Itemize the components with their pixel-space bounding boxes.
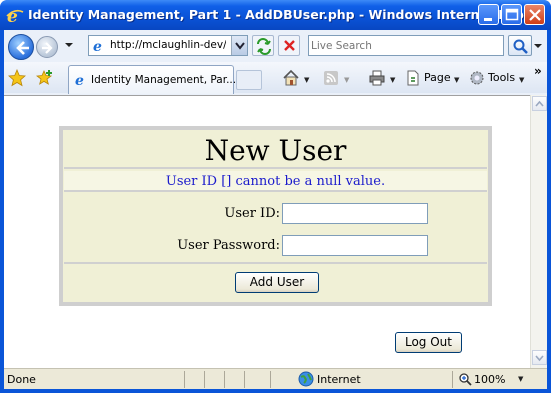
feeds-dropdown-icon[interactable]: ▼ [344, 76, 349, 84]
home-icon[interactable] [282, 69, 300, 87]
zoom-magnifier-icon[interactable] [458, 372, 472, 386]
page-menu-label[interactable]: Page [424, 71, 451, 84]
address-dropdown[interactable] [231, 36, 247, 55]
svg-text:e: e [75, 73, 84, 87]
maximize-button[interactable] [501, 4, 522, 25]
status-divider [184, 371, 185, 388]
status-text: Done [7, 373, 36, 386]
tools-dropdown-icon[interactable]: ▼ [519, 76, 524, 84]
browser-window: e Identity Management, Part 1 - AddDBUse… [0, 0, 551, 393]
form-title-row: New User [64, 131, 487, 169]
form-button-row: Add User [64, 266, 487, 300]
search-options-dropdown[interactable] [532, 35, 544, 56]
tab-label: Identity Management, Par... [91, 74, 237, 86]
add-favorites-icon[interactable] [36, 69, 54, 87]
form-inner: New User User ID [] cannot be a null val… [63, 130, 488, 302]
title-bar[interactable]: e Identity Management, Part 1 - AddDBUse… [0, 0, 551, 30]
add-user-button[interactable]: Add User [235, 272, 319, 293]
home-dropdown-icon[interactable]: ▼ [304, 76, 309, 84]
stop-x-icon [284, 40, 295, 51]
security-zone-label: Internet [317, 373, 361, 386]
search-input[interactable] [311, 37, 501, 54]
scroll-up-button[interactable] [532, 96, 547, 111]
validation-error-message: User ID [] cannot be a null value. [165, 174, 386, 189]
toolbar-overflow-chevron[interactable]: » [534, 64, 542, 78]
print-dropdown-icon[interactable]: ▼ [390, 76, 395, 84]
status-divider [204, 371, 205, 388]
tab-ie-icon: e [75, 73, 84, 87]
search-box[interactable] [308, 35, 504, 56]
user-id-input[interactable] [282, 203, 428, 224]
command-toolbar: e Identity Management, Par... ▼ ▼ ▼ Page… [4, 62, 547, 94]
refresh-button[interactable] [252, 35, 274, 56]
address-url: http://mclaughlin-dev/pł [110, 39, 226, 51]
form-fields-row: User ID: User Password: [64, 194, 487, 264]
favorites-star-icon[interactable] [8, 69, 26, 87]
minimize-button[interactable] [478, 4, 499, 25]
forward-arrow-icon [42, 42, 53, 54]
page-dropdown-icon[interactable]: ▼ [454, 76, 459, 84]
back-button[interactable] [8, 34, 34, 60]
chevron-down-icon [235, 42, 245, 50]
user-id-label: User ID: [224, 206, 280, 221]
ie-logo-icon: e [6, 6, 24, 27]
status-divider [452, 371, 453, 388]
log-out-button[interactable]: Log Out [395, 332, 462, 353]
chevron-up-icon [535, 100, 544, 107]
new-tab-button[interactable] [236, 70, 262, 90]
svg-text:e: e [93, 39, 102, 53]
status-divider [270, 371, 271, 388]
scroll-down-button[interactable] [532, 350, 547, 365]
browser-chrome: e http://mclaughlin-dev/pł e Identity Ma… [4, 30, 547, 95]
zoom-dropdown-icon[interactable]: ▼ [518, 375, 523, 383]
user-password-input[interactable] [282, 235, 428, 256]
zoom-level[interactable]: 100% [474, 373, 505, 386]
page-content: New User User ID [] cannot be a null val… [4, 95, 530, 368]
browser-tab[interactable]: e Identity Management, Par... [68, 65, 237, 94]
page-ie-icon: e [93, 39, 102, 53]
user-password-label: User Password: [177, 238, 280, 253]
close-window-button[interactable] [524, 4, 545, 25]
back-arrow-icon [16, 41, 29, 55]
recent-pages-dropdown[interactable] [64, 40, 74, 50]
vertical-scrollbar[interactable] [530, 95, 547, 368]
status-divider [224, 371, 225, 388]
refresh-icon [257, 38, 271, 55]
magnifier-icon [513, 39, 528, 54]
form-message-row: User ID [] cannot be a null value. [64, 171, 487, 192]
new-user-form: New User User ID [] cannot be a null val… [59, 126, 492, 306]
chevron-down-icon [535, 355, 544, 362]
page-icon[interactable] [404, 69, 422, 87]
gear-icon[interactable] [468, 69, 486, 87]
window-title: Identity Management, Part 1 - AddDBUser.… [28, 7, 539, 22]
page-title: New User [204, 134, 347, 167]
search-button[interactable] [508, 35, 532, 56]
stop-button[interactable] [278, 35, 300, 56]
internet-globe-icon [298, 371, 314, 387]
forward-button[interactable] [36, 36, 58, 58]
tools-menu-label[interactable]: Tools [488, 71, 515, 84]
address-bar[interactable]: e http://mclaughlin-dev/pł [88, 35, 248, 56]
print-icon[interactable] [368, 69, 386, 87]
feeds-icon[interactable] [322, 69, 340, 87]
status-bar: Done Internet 100% ▼ [4, 368, 547, 389]
status-divider [244, 371, 245, 388]
